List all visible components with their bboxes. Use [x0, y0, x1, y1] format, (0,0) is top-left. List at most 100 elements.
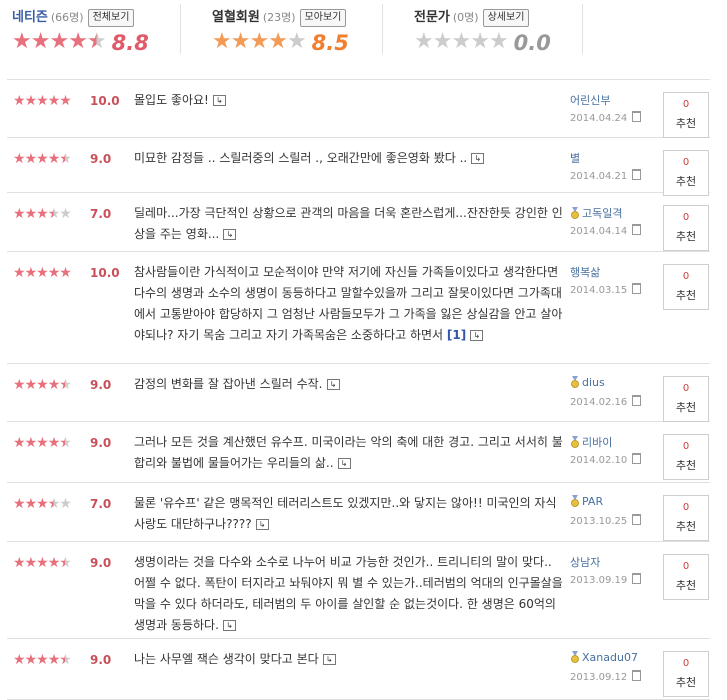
- review-author[interactable]: Xanadu07: [570, 651, 638, 664]
- review-text: 그러나 모든 것을 계산했던 유수프. 미국이라는 악의 축에 대한 경고. 그…: [134, 432, 564, 474]
- star-icon: ★: [24, 496, 38, 512]
- username[interactable]: 고독일격: [582, 207, 622, 220]
- report-icon[interactable]: [632, 111, 642, 122]
- report-icon[interactable]: [632, 169, 642, 180]
- review-author[interactable]: dius: [570, 376, 605, 389]
- review-score: 9.0: [90, 653, 112, 667]
- review-author[interactable]: 상남자: [570, 554, 600, 570]
- username[interactable]: 어린신부: [570, 94, 610, 107]
- review-list: ★★★★★ 10.0 몰입도 좋아요! ↳ 어린신부 2014.04.24 0 추천…: [7, 79, 710, 700]
- report-icon[interactable]: [632, 395, 642, 406]
- medal-icon: [571, 207, 579, 219]
- review-row: ★★★★★ 9.0 그러나 모든 것을 계산했던 유수프. 미국이라는 악의 축…: [7, 422, 710, 483]
- review-score: 9.0: [90, 152, 112, 166]
- review-row: ★★★★★ 9.0 생명이라는 것을 다수와 소수로 나누어 비교 가능한 것인…: [7, 542, 710, 639]
- expand-icon[interactable]: ↳: [255, 519, 269, 530]
- expand-icon[interactable]: ↳: [470, 330, 484, 341]
- view-all-button[interactable]: 전체보기: [87, 9, 135, 27]
- star-icon: ★: [59, 652, 72, 668]
- netizen-score: 8.8: [111, 31, 149, 55]
- review-date: 2014.04.24: [570, 111, 642, 124]
- date-text: 2014.04.14: [570, 226, 628, 237]
- username[interactable]: PAR: [582, 495, 603, 508]
- star-icon: ★: [488, 29, 509, 54]
- star-icon: ★: [59, 265, 72, 281]
- medal-icon: [571, 376, 579, 388]
- expand-icon[interactable]: ↳: [222, 620, 236, 631]
- review-author[interactable]: PAR: [570, 495, 603, 508]
- report-icon[interactable]: [632, 573, 642, 584]
- star-icon: ★: [86, 29, 107, 54]
- username[interactable]: Xanadu07: [582, 651, 638, 664]
- star-icon: ★: [59, 496, 72, 512]
- review-text: 물론 '유수프' 같은 맹목적인 테러리스트도 있겠지만..와 닿지는 않아!!…: [134, 493, 564, 535]
- member-label: 열혈회원: [212, 10, 260, 25]
- recommend-button[interactable]: 0 추천: [663, 92, 709, 138]
- username[interactable]: 별: [570, 152, 580, 165]
- expand-icon[interactable]: ↳: [471, 153, 485, 164]
- member-stars: ★★★★★: [212, 29, 307, 54]
- recommend-button[interactable]: 0 추천: [663, 554, 709, 600]
- expand-icon[interactable]: ↳: [322, 654, 336, 665]
- report-icon[interactable]: [632, 670, 642, 681]
- star-icon: ★: [59, 206, 72, 222]
- report-icon[interactable]: [632, 224, 642, 235]
- star-icon: ★: [36, 496, 49, 512]
- netizen-label[interactable]: 네티즌: [12, 10, 48, 25]
- recommend-button[interactable]: 0 추천: [663, 150, 709, 196]
- recommend-button[interactable]: 0 추천: [663, 376, 709, 422]
- expand-icon[interactable]: ↳: [212, 95, 226, 106]
- review-body: 딜레마...가장 극단적인 상황으로 관객의 마음을 더욱 혼란스럽게...잔잔…: [134, 206, 563, 241]
- recommend-button[interactable]: 0 추천: [663, 651, 709, 697]
- review-author[interactable]: 리바이: [570, 434, 612, 450]
- report-icon[interactable]: [632, 283, 642, 294]
- star-icon: ★: [49, 29, 69, 54]
- username[interactable]: 상남자: [570, 556, 600, 569]
- star-icon: ★: [47, 377, 61, 393]
- recommend-label: 추천: [675, 579, 697, 592]
- review-row: ★★★★★ 9.0 감정의 변화를 잘 잡아낸 스릴러 수작. ↳ dius 20…: [7, 364, 710, 422]
- star-icon: ★: [36, 435, 49, 451]
- report-icon[interactable]: [632, 453, 642, 464]
- star-icon: ★: [36, 377, 49, 393]
- report-icon[interactable]: [632, 514, 642, 525]
- username[interactable]: dius: [582, 376, 605, 389]
- star-icon: ★: [24, 93, 38, 109]
- recommend-button[interactable]: 0 추천: [663, 264, 709, 310]
- reference-link[interactable]: [1]: [447, 328, 466, 342]
- expand-icon[interactable]: ↳: [223, 229, 237, 240]
- view-members-button[interactable]: 모아보기: [299, 9, 347, 27]
- medal-icon: [571, 495, 579, 507]
- view-details-button[interactable]: 상세보기: [482, 9, 530, 27]
- star-icon: ★: [13, 652, 26, 668]
- expert-label: 전문가: [414, 10, 450, 25]
- star-icon: ★: [249, 29, 269, 54]
- star-icon: ★: [36, 265, 49, 281]
- review-score: 10.0: [90, 94, 120, 108]
- star-icon: ★: [47, 151, 61, 167]
- rating-summary: 네티즌 (66명) 전체보기 ★★★★★ 8.8 열혈회원 (23명) 모아보기 ★★★★…: [0, 0, 727, 62]
- review-author[interactable]: 행복삶: [570, 264, 600, 280]
- review-author[interactable]: 고독일격: [570, 205, 622, 221]
- review-date: 2013.09.12: [570, 670, 642, 683]
- review-author[interactable]: 별: [570, 150, 580, 166]
- star-icon: ★: [24, 555, 38, 571]
- star-rating: ★★★★★: [13, 652, 72, 668]
- review-body: 참사람들이란 가식적이고 모순적이야 만약 저기에 자신들 가족들이있다고 생각…: [134, 265, 563, 342]
- username[interactable]: 리바이: [582, 436, 612, 449]
- star-icon: ★: [13, 377, 26, 393]
- recommend-label: 추천: [675, 459, 697, 472]
- expand-icon[interactable]: ↳: [337, 458, 351, 469]
- review-date: 2014.03.15: [570, 283, 642, 296]
- recommend-button[interactable]: 0 추천: [663, 205, 709, 251]
- star-icon: ★: [212, 29, 232, 54]
- recommend-button[interactable]: 0 추천: [663, 434, 709, 480]
- recommend-button[interactable]: 0 추천: [663, 495, 709, 541]
- review-body: 감정의 변화를 잘 잡아낸 스릴러 수작.: [134, 377, 323, 391]
- star-rating: ★★★★★: [13, 206, 72, 222]
- expand-icon[interactable]: ↳: [326, 379, 340, 390]
- review-text: 미묘한 감정들 .. 스릴러중의 스릴러 ., 오래간만에 좋은영화 봤다 ..…: [134, 148, 564, 169]
- review-author[interactable]: 어린신부: [570, 92, 610, 108]
- username[interactable]: 행복삶: [570, 266, 600, 279]
- netizen-count: (66명): [50, 11, 84, 24]
